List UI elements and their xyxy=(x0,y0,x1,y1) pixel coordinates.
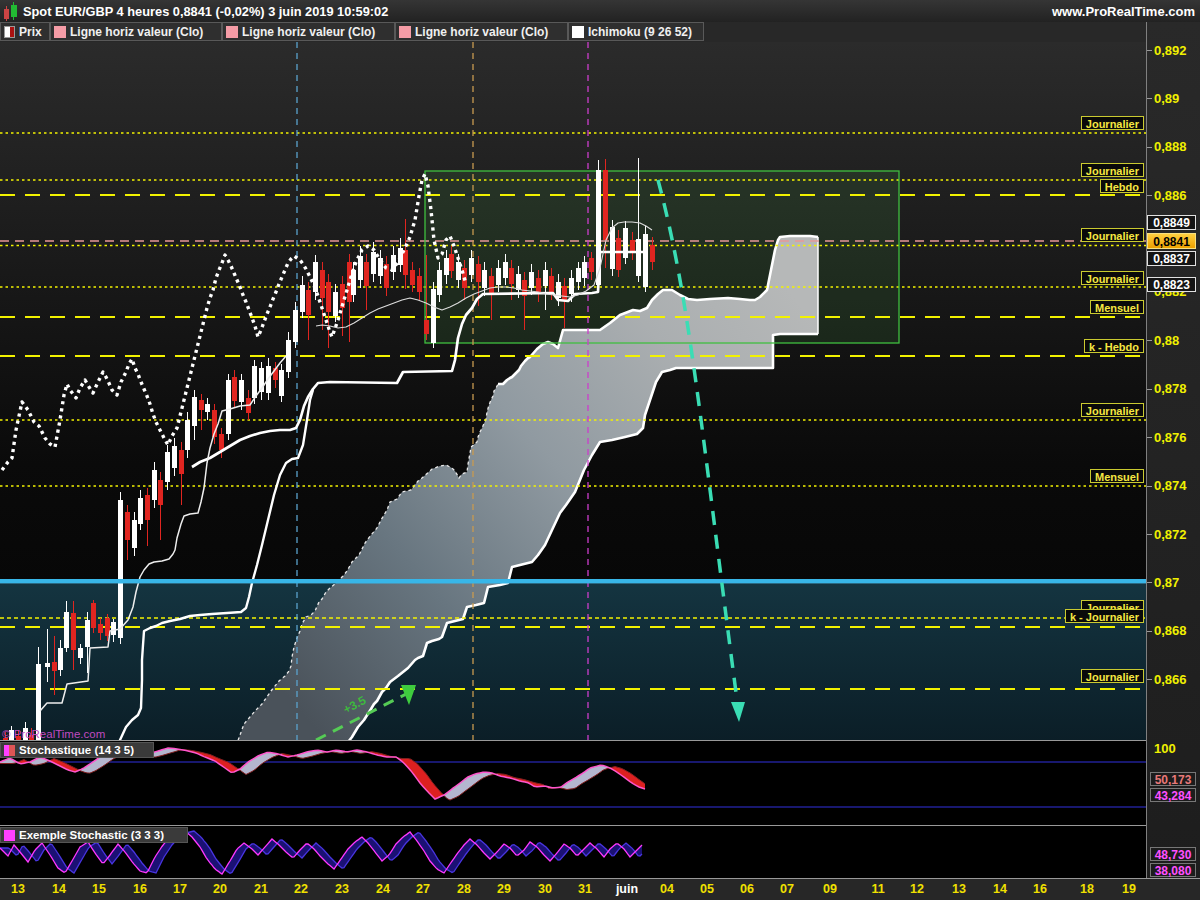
svg-text:© ProRealTime.com: © ProRealTime.com xyxy=(2,728,105,740)
